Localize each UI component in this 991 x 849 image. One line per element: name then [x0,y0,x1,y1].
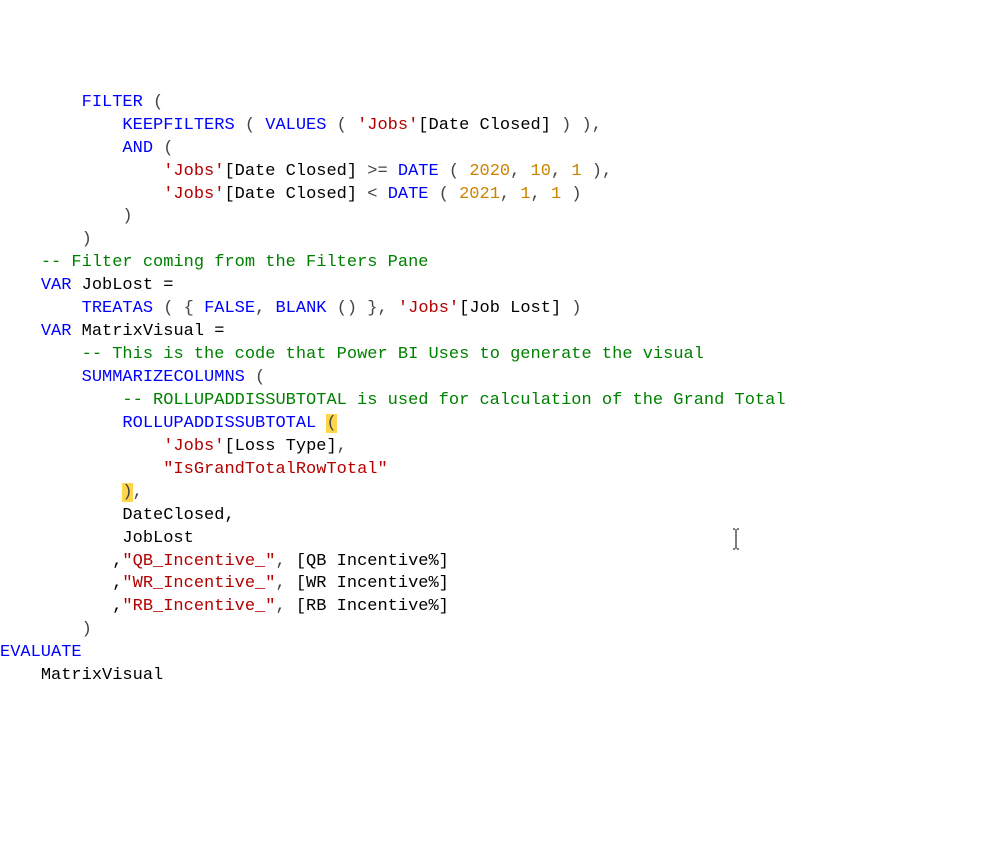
code-line: DateClosed, [0,506,235,525]
matched-paren-close: ) [122,483,132,502]
code-line: -- This is the code that Power BI Uses t… [0,345,704,364]
code-line: EVALUATE [0,643,82,662]
code-line: ,"RB_Incentive_", [RB Incentive%] [0,597,449,616]
code-line: 'Jobs'[Loss Type], [0,437,347,456]
code-line: ROLLUPADDISSUBTOTAL ( [0,414,337,433]
code-line: 'Jobs'[Date Closed] < DATE ( 2021, 1, 1 … [0,185,582,204]
text-cursor-icon [711,505,741,559]
code-line: AND ( [0,139,173,158]
code-line: SUMMARIZECOLUMNS ( [0,368,265,387]
code-line: ) [0,620,92,639]
matched-paren-open: ( [326,414,336,433]
code-line: VAR MatrixVisual = [0,322,224,341]
code-line: ) [0,207,133,226]
code-line: ,"QB_Incentive_", [QB Incentive%] [0,552,449,571]
code-line: ), [0,483,143,502]
code-line: 'Jobs'[Date Closed] >= DATE ( 2020, 10, … [0,162,612,181]
code-line: FILTER ( [0,93,163,112]
code-line: TREATAS ( { FALSE, BLANK () }, 'Jobs'[Jo… [0,299,582,318]
code-line: -- Filter coming from the Filters Pane [0,253,428,272]
dax-code-block: FILTER ( KEEPFILTERS ( VALUES ( 'Jobs'[D… [0,92,991,688]
code-line: MatrixVisual [0,666,163,685]
code-line: "IsGrandTotalRowTotal" [0,460,388,479]
code-line: JobLost [0,529,194,548]
code-line: ,"WR_Incentive_", [WR Incentive%] [0,574,449,593]
code-line: ) [0,230,92,249]
code-line: KEEPFILTERS ( VALUES ( 'Jobs'[Date Close… [0,116,602,135]
code-line: VAR JobLost = [0,276,173,295]
code-line: -- ROLLUPADDISSUBTOTAL is used for calcu… [0,391,786,410]
